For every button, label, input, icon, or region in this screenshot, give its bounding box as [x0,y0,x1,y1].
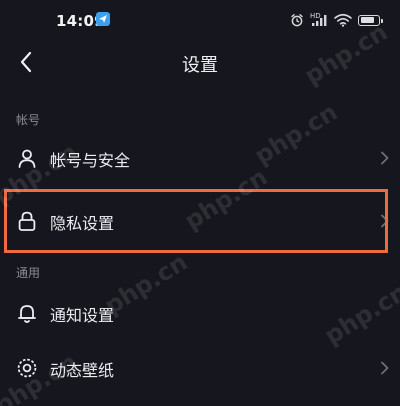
alarm-icon [291,14,303,27]
row-label: 帐号与安全 [50,151,131,170]
row-label: 动态壁纸 [50,361,115,380]
battery-icon [358,14,383,26]
user-icon [18,149,36,168]
wallpaper-icon [17,358,37,378]
nav-bar: 设置 [0,40,400,84]
app-notification-icon [96,12,110,26]
chevron-right-icon [381,151,389,165]
wifi-icon [334,13,352,27]
section-header-account: 帐号 [16,113,41,127]
settings-row-live-wallpaper[interactable]: 动态壁纸 [0,340,400,396]
chevron-right-icon [381,361,389,375]
status-bar: 14:09 HD [0,0,400,40]
row-label: 隐私设置 [50,214,115,233]
settings-row-notifications[interactable]: 通知设置 [0,285,400,341]
settings-row-account-security[interactable]: 帐号与安全 [0,130,400,186]
settings-row-privacy[interactable]: 隐私设置 [0,193,400,249]
row-label: 通知设置 [50,306,115,325]
status-icons: HD [290,12,383,28]
page-title: 设置 [182,55,218,76]
chevron-right-icon [381,214,389,228]
cellular-signal-icon: HD [310,13,328,27]
settings-screen: 14:09 HD 设置 帐号 帐号与安全 隐私设置 通用 通知设置 动态壁纸 p… [0,0,400,406]
bell-icon [18,305,36,323]
section-header-general: 通用 [16,266,41,280]
lock-icon [18,211,36,231]
